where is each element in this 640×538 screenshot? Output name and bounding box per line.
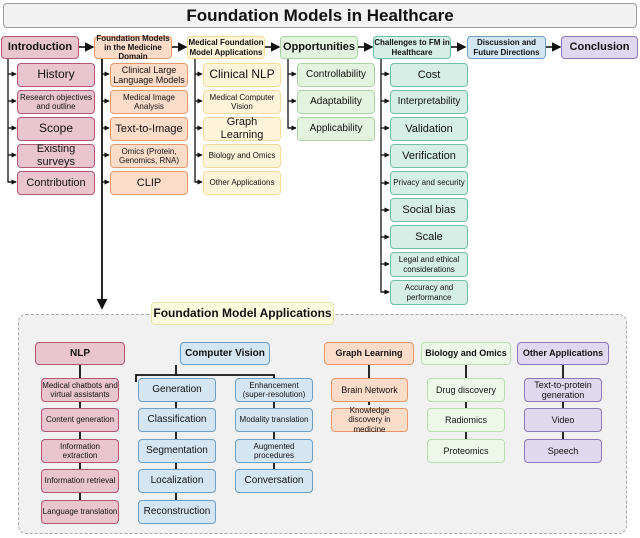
bio-item-proteomics[interactable]: Proteomics (427, 439, 505, 463)
cv-item-conversation[interactable]: Conversation (235, 469, 313, 493)
cv-item-classification[interactable]: Classification (138, 408, 216, 432)
cv-item-localization[interactable]: Localization (138, 469, 216, 493)
nlp-item-information-retrieval[interactable]: Information retrieval (41, 469, 119, 493)
cv-item-modality-translation[interactable]: Modality translation (235, 408, 313, 432)
other-item-video[interactable]: Video (524, 408, 602, 432)
cv-item-enhancement[interactable]: Enhancement (super-resolution) (235, 378, 313, 402)
graph-item-brain-network[interactable]: Brain Network (331, 378, 408, 402)
panel-header-biology-omics[interactable]: Biology and Omics (421, 342, 511, 365)
applications-panel-title: Foundation Model Applications (151, 302, 334, 325)
cv-item-augmented-procedures[interactable]: Augmented procedures (235, 439, 313, 463)
panel-header-graph-learning[interactable]: Graph Learning (324, 342, 414, 365)
other-item-text-to-protein[interactable]: Text-to-protein generation (524, 378, 602, 402)
panel-header-nlp[interactable]: NLP (35, 342, 125, 365)
other-item-speech[interactable]: Speech (524, 439, 602, 463)
nlp-item-information-extraction[interactable]: Information extraction (41, 439, 119, 463)
panel-header-computer-vision[interactable]: Computer Vision (180, 342, 270, 365)
nlp-item-content-generation[interactable]: Content generation (41, 408, 119, 432)
graph-item-knowledge-discovery[interactable]: Knowledge discovery in medicine (331, 406, 408, 434)
cv-item-reconstruction[interactable]: Reconstruction (138, 500, 216, 524)
cv-item-segmentation[interactable]: Segmentation (138, 439, 216, 463)
cv-item-generation[interactable]: Generation (138, 378, 216, 402)
nlp-item-language-translation[interactable]: Language translation (41, 500, 119, 524)
bio-item-drug-discovery[interactable]: Drug discovery (427, 378, 505, 402)
panel-header-other-applications[interactable]: Other Applications (517, 342, 609, 365)
nlp-item-chatbots[interactable]: Medical chatbots and virtual assistants (41, 378, 119, 402)
bio-item-radiomics[interactable]: Radiomics (427, 408, 505, 432)
